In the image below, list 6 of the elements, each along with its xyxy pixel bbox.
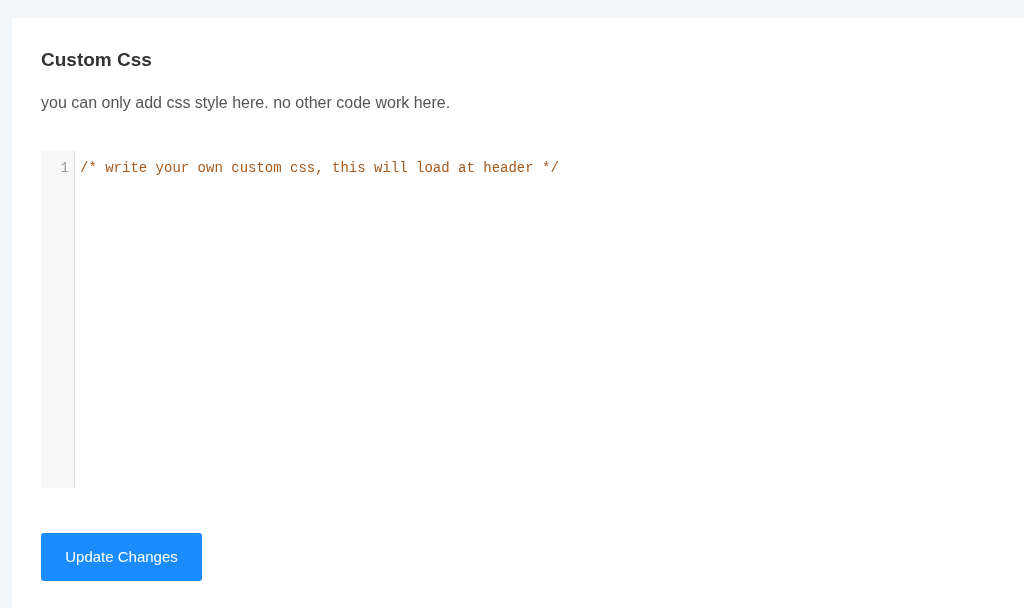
line-number: 1	[59, 159, 69, 177]
code-editor[interactable]: 1 /* write your own custom css, this will load at header */	[41, 151, 1024, 488]
description-text: you can only add css style here. no other code work here.	[41, 93, 452, 113]
section-title: Custom Css	[41, 48, 153, 72]
update-changes-button[interactable]: Update Changes	[41, 533, 202, 581]
code-line: /* write your own custom css, this will load at header */	[80, 159, 560, 177]
